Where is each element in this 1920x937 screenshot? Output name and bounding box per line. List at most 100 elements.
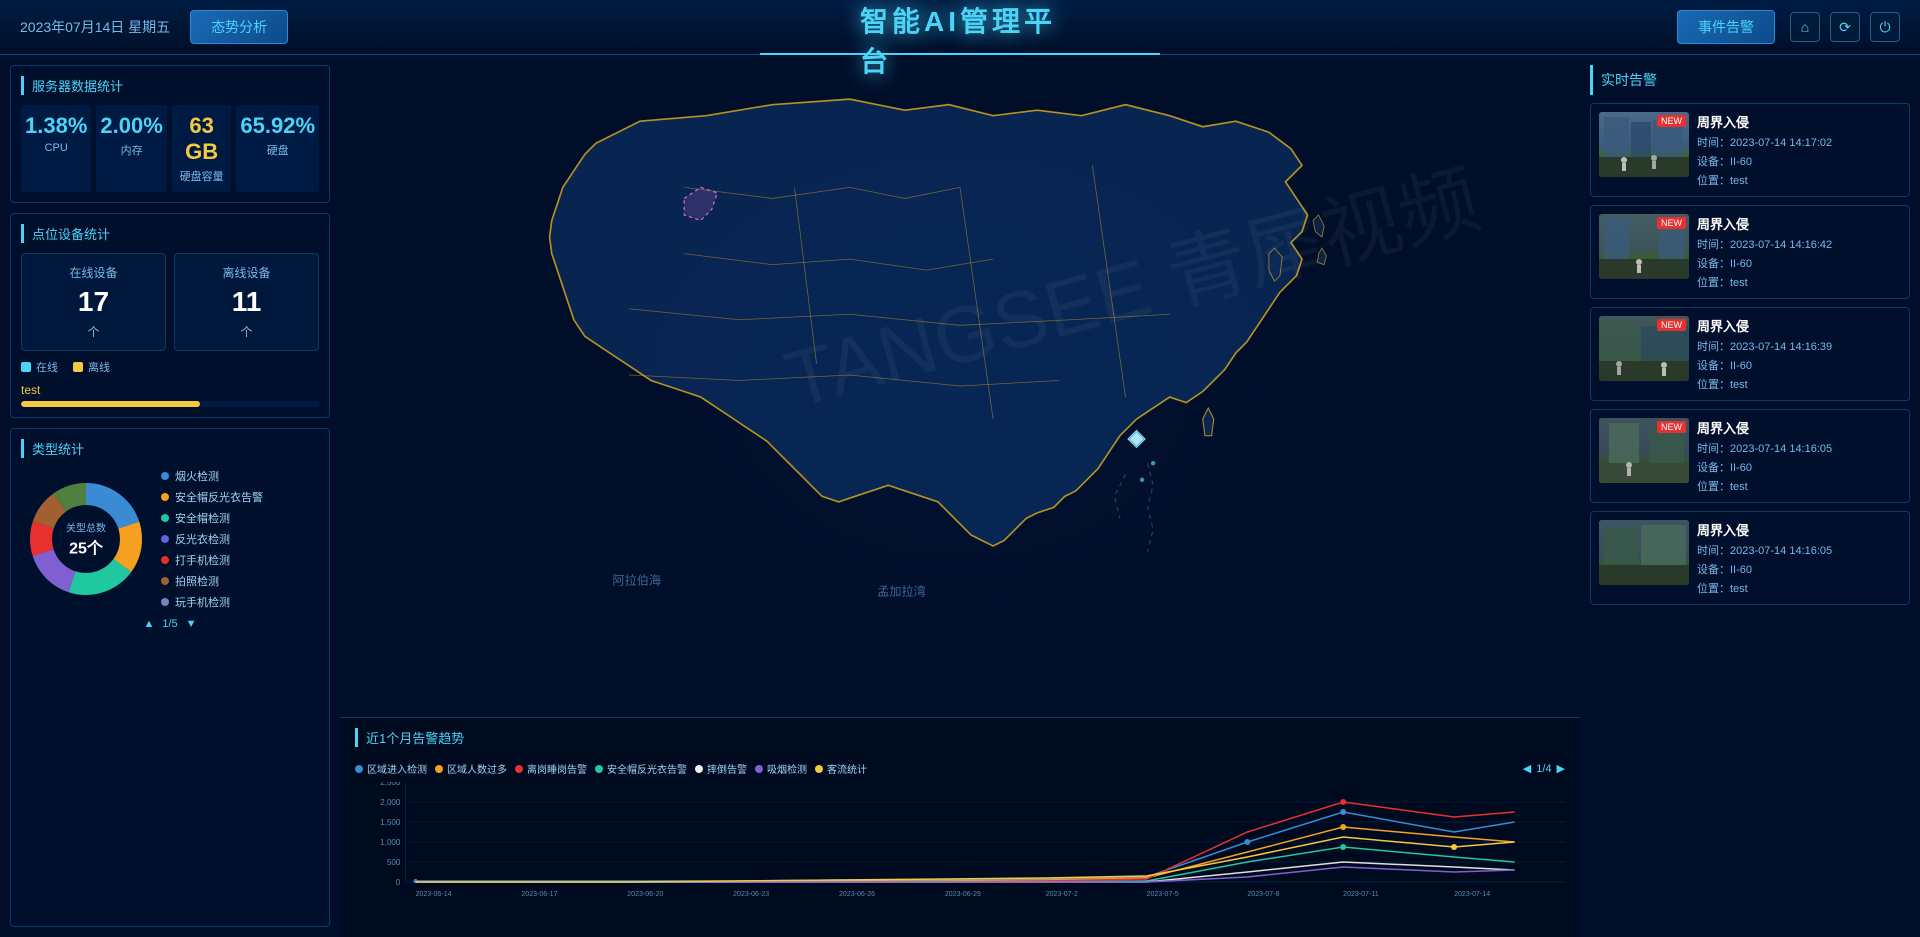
device-legend: 在线 离线 <box>21 359 319 375</box>
header-left: 2023年07月14日 星期五 态势分析 <box>20 10 288 44</box>
alert-img-1: NEW <box>1599 214 1689 279</box>
alert-location-4: 位置：test <box>1697 580 1901 596</box>
refresh-icon[interactable]: ⟳ <box>1830 12 1860 42</box>
alert-card-4: 周界入侵 时间：2023-07-14 14:16:05 设备：II-60 位置：… <box>1590 511 1910 605</box>
alert-card-3: NEW 周界入侵 时间：2023-07-14 14:16:05 设备：II-60… <box>1590 409 1910 503</box>
svg-text:孟加拉湾: 孟加拉湾 <box>877 584 926 599</box>
online-label: 在线设备 <box>32 264 155 281</box>
alert-card-0: NEW 周界入侵 时间：2023-07-14 14:17:02 设备：II-60… <box>1590 103 1910 197</box>
offline-dot <box>73 362 83 372</box>
alert-card-1: NEW 周界入侵 时间：2023-07-14 14:16:42 设备：II-60… <box>1590 205 1910 299</box>
left-panel: 服务器数据统计 1.38% CPU 2.00% 内存 63 GB 硬盘容量 <box>0 55 340 937</box>
alert-device-0: 设备：II-60 <box>1697 153 1901 169</box>
alert-device-2: 设备：II-60 <box>1697 357 1901 373</box>
chart-legend: 区域进入检测 区域人数过多 离岗睡岗告警 安全帽反光衣告警 摔倒告警 吸烟检测 … <box>355 761 1565 776</box>
online-count: 17 <box>32 286 155 318</box>
donut-center-value: 25个 <box>66 535 106 559</box>
chart-title: 近1个月告警趋势 <box>355 728 464 747</box>
disk-label: 硬盘 <box>240 142 315 158</box>
alert-type-3: 周界入侵 <box>1697 418 1901 437</box>
alert-new-badge-2: NEW <box>1657 319 1686 331</box>
alert-img-2: NEW <box>1599 316 1689 381</box>
type-dot-0 <box>161 472 169 480</box>
alert-img-4 <box>1599 520 1689 585</box>
bottom-chart: 近1个月告警趋势 区域进入检测 区域人数过多 离岗睡岗告警 安全帽反光衣告警 摔… <box>340 717 1580 937</box>
analysis-button[interactable]: 态势分析 <box>190 10 288 44</box>
alert-card-2: NEW 周界入侵 时间：2023-07-14 14:16:39 设备：II-60… <box>1590 307 1910 401</box>
home-icon[interactable]: ⌂ <box>1790 12 1820 42</box>
title-bar: 智能AI管理平台 <box>760 0 1160 55</box>
type-legend-item-0: 烟火检测 <box>161 468 319 484</box>
svg-text:2023-07-11: 2023-07-11 <box>1343 891 1379 898</box>
server-stats-title: 服务器数据统计 <box>21 76 319 95</box>
header: 2023年07月14日 星期五 态势分析 智能AI管理平台 事件告警 ⌂ ⟳ ⏻ <box>0 0 1920 55</box>
alert-type-2: 周界入侵 <box>1697 316 1901 335</box>
disk-capacity-label: 硬盘容量 <box>176 168 228 184</box>
alert-info-2: 周界入侵 时间：2023-07-14 14:16:39 设备：II-60 位置：… <box>1697 316 1901 392</box>
svg-text:2,000: 2,000 <box>380 798 401 807</box>
legend-6: 客流统计 <box>815 761 867 776</box>
type-dot-5 <box>161 577 169 585</box>
disk-stat: 65.92% 硬盘 <box>236 105 319 192</box>
svg-text:500: 500 <box>387 858 401 867</box>
type-legend-item-2: 安全帽检测 <box>161 510 319 526</box>
legend-dot-3 <box>595 765 603 773</box>
chart-prev[interactable]: ◀ <box>1523 762 1531 775</box>
alert-location-3: 位置：test <box>1697 478 1901 494</box>
legend-dot-1 <box>435 765 443 773</box>
type-next-icon[interactable]: ▼ <box>186 618 197 630</box>
legend-1: 区域人数过多 <box>435 761 507 776</box>
svg-text:2023-07-8: 2023-07-8 <box>1247 891 1279 898</box>
device-stats-title: 点位设备统计 <box>21 224 319 243</box>
chart-page: 1/4 <box>1536 763 1551 775</box>
legend-dot-4 <box>695 765 703 773</box>
header-icons: ⌂ ⟳ ⏻ <box>1790 12 1900 42</box>
type-prev-icon[interactable]: ▲ <box>143 618 154 630</box>
power-icon[interactable]: ⏻ <box>1870 12 1900 42</box>
type-stats-title: 类型统计 <box>21 439 319 458</box>
legend-dot-5 <box>755 765 763 773</box>
progress-bar <box>21 401 319 407</box>
type-legend-item-1: 安全帽反光衣告警 <box>161 489 319 505</box>
type-dot-4 <box>161 556 169 564</box>
alert-type-4: 周界入侵 <box>1697 520 1901 539</box>
alert-info-4: 周界入侵 时间：2023-07-14 14:16:05 设备：II-60 位置：… <box>1697 520 1901 596</box>
disk-capacity-value: 63 GB <box>176 113 228 165</box>
alert-device-3: 设备：II-60 <box>1697 459 1901 475</box>
alert-button[interactable]: 事件告警 <box>1677 10 1775 44</box>
right-panel-title: 实时告警 <box>1590 65 1910 95</box>
alert-location-1: 位置：test <box>1697 274 1901 290</box>
progress-fill <box>21 401 200 407</box>
mem-label: 内存 <box>100 142 162 158</box>
online-device-card: 在线设备 17 个 <box>21 253 166 351</box>
type-legend-item-4: 打手机检测 <box>161 552 319 568</box>
disk-value: 65.92% <box>240 113 315 139</box>
alert-info-0: 周界入侵 时间：2023-07-14 14:17:02 设备：II-60 位置：… <box>1697 112 1901 188</box>
chart-next[interactable]: ▶ <box>1557 762 1565 775</box>
alert-device-1: 设备：II-60 <box>1697 255 1901 271</box>
alert-location-2: 位置：test <box>1697 376 1901 392</box>
svg-text:阿拉伯海: 阿拉伯海 <box>612 573 661 588</box>
svg-text:2023-07-5: 2023-07-5 <box>1147 891 1179 898</box>
donut-chart: 关型总数 25个 <box>21 474 151 604</box>
cpu-label: CPU <box>25 142 87 154</box>
legend-4: 摔倒告警 <box>695 761 747 776</box>
alert-time-1: 时间：2023-07-14 14:16:42 <box>1697 236 1901 252</box>
donut-center: 关型总数 25个 <box>66 520 106 559</box>
location-name: test <box>21 383 319 397</box>
type-pagination: ▲ 1/5 ▼ <box>21 618 319 630</box>
type-legend-item-5: 拍照检测 <box>161 573 319 589</box>
cpu-value: 1.38% <box>25 113 87 139</box>
type-content: 关型总数 25个 烟火检测 安全帽反光衣告警 安全帽检测 <box>21 468 319 610</box>
type-dot-3 <box>161 535 169 543</box>
online-legend: 在线 <box>21 359 58 375</box>
alert-info-3: 周界入侵 时间：2023-07-14 14:16:05 设备：II-60 位置：… <box>1697 418 1901 494</box>
trend-chart-svg: 0 500 1,000 1,500 2,000 2,500 2023-06-14… <box>355 782 1565 902</box>
svg-text:2023-06-14: 2023-06-14 <box>416 891 452 898</box>
mem-value: 2.00% <box>100 113 162 139</box>
donut-center-label: 关型总数 <box>66 520 106 535</box>
offline-legend: 离线 <box>73 359 110 375</box>
device-stats-panel: 点位设备统计 在线设备 17 个 离线设备 11 个 在线 离线 <box>10 213 330 418</box>
alert-new-badge-0: NEW <box>1657 115 1686 127</box>
alert-scene-svg-4 <box>1599 520 1689 585</box>
